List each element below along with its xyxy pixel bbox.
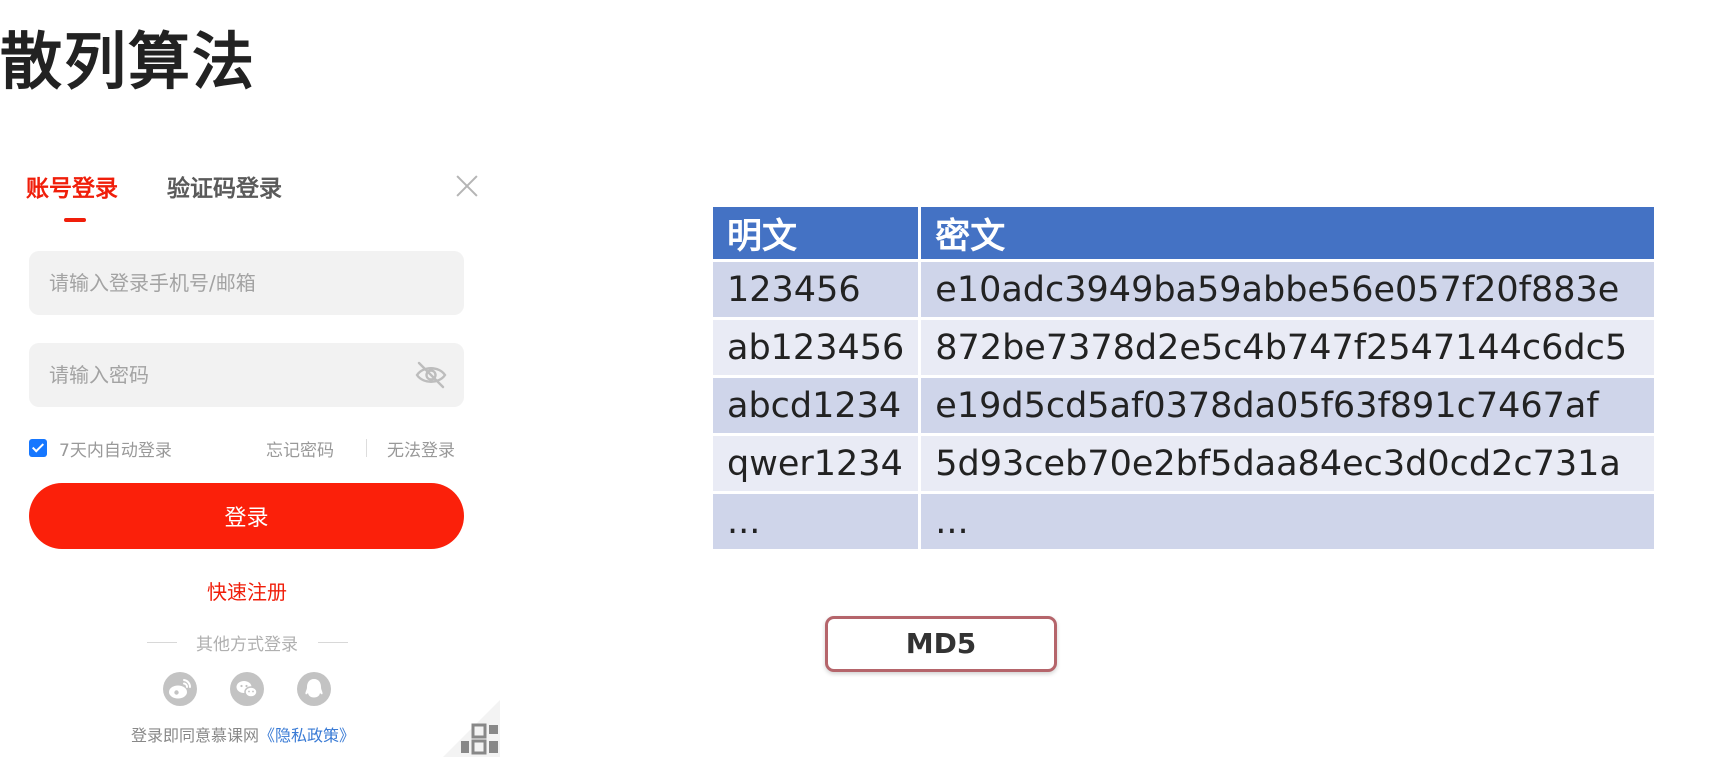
table-header-row: 明文 密文	[713, 207, 1655, 259]
table-row: ... ...	[713, 494, 1655, 549]
username-input[interactable]	[29, 251, 464, 315]
plaintext-cell: ...	[713, 494, 919, 549]
header-ciphertext: 密文	[921, 207, 1655, 259]
divider	[366, 439, 367, 457]
active-tab-indicator	[64, 218, 86, 222]
remember-row: 7天内自动登录 忘记密码 无法登录	[29, 435, 464, 461]
ciphertext-cell: e10adc3949ba59abbe56e057f20f883e	[921, 262, 1655, 317]
eye-hidden-icon[interactable]	[414, 360, 448, 390]
qq-icon[interactable]	[297, 672, 331, 706]
qr-code-icon[interactable]	[443, 700, 500, 757]
agreement-label: 登录即同意慕课网	[131, 726, 260, 745]
ciphertext-cell: ...	[921, 494, 1655, 549]
password-field-wrapper	[29, 343, 464, 407]
md5-label: MD5	[825, 616, 1057, 672]
ciphertext-cell: 5d93ceb70e2bf5daa84ec3d0cd2c731a	[921, 436, 1655, 491]
hash-table: 明文 密文 123456 e10adc3949ba59abbe56e057f20…	[710, 204, 1657, 552]
tab-account-login[interactable]: 账号登录	[26, 174, 118, 204]
weibo-icon[interactable]	[163, 672, 197, 706]
tab-sms-login[interactable]: 验证码登录	[167, 174, 282, 204]
divider-line-right	[318, 642, 348, 643]
forgot-password-link[interactable]: 忘记密码	[266, 436, 334, 461]
slide-title: 散列算法	[0, 25, 257, 98]
wechat-icon[interactable]	[230, 672, 264, 706]
table-row: abcd1234 e19d5cd5af0378da05f63f891c7467a…	[713, 378, 1655, 433]
username-field-wrapper	[29, 251, 464, 315]
plaintext-cell: ab123456	[713, 320, 919, 375]
other-login-label: 其他方式登录	[196, 635, 298, 655]
remember-label: 7天内自动登录	[59, 441, 172, 461]
divider-line-left	[147, 642, 177, 643]
other-login-divider: 其他方式登录	[0, 630, 494, 655]
ciphertext-cell: 872be7378d2e5c4b747f2547144c6dc5	[921, 320, 1655, 375]
header-plaintext: 明文	[713, 207, 919, 259]
plaintext-cell: qwer1234	[713, 436, 919, 491]
table-row: 123456 e10adc3949ba59abbe56e057f20f883e	[713, 262, 1655, 317]
privacy-policy-link[interactable]: 《隐私政策》	[259, 726, 355, 745]
agreement-text: 登录即同意慕课网《隐私政策》	[131, 722, 355, 746]
table-row: ab123456 872be7378d2e5c4b747f2547144c6dc…	[713, 320, 1655, 375]
login-button[interactable]: 登录	[29, 483, 464, 549]
cannot-login-link[interactable]: 无法登录	[387, 436, 455, 461]
plaintext-cell: abcd1234	[713, 378, 919, 433]
password-input[interactable]	[29, 343, 464, 407]
plaintext-cell: 123456	[713, 262, 919, 317]
table-row: qwer1234 5d93ceb70e2bf5daa84ec3d0cd2c731…	[713, 436, 1655, 491]
login-panel: 账号登录 验证码登录 7天内自动登录 忘记密码 无法登录 登录 快速注册 其他方…	[0, 150, 500, 760]
close-icon[interactable]	[452, 171, 482, 201]
remember-checkbox[interactable]	[29, 439, 47, 457]
ciphertext-cell: e19d5cd5af0378da05f63f891c7467af	[921, 378, 1655, 433]
quick-register-link[interactable]: 快速注册	[0, 576, 494, 605]
